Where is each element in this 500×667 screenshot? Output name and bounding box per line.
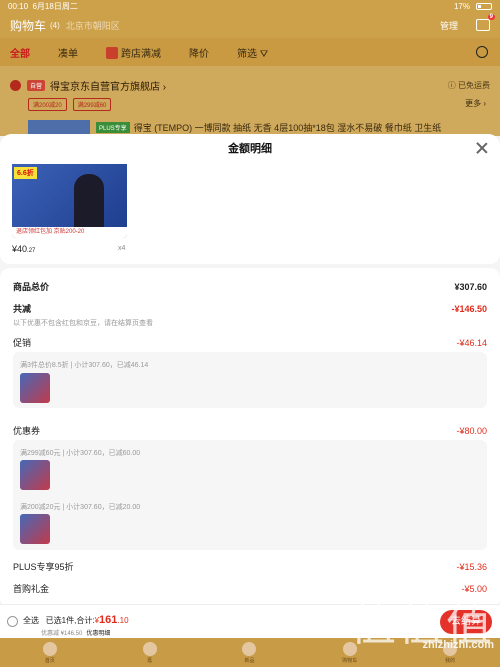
- product-title[interactable]: 得宝 (TEMPO) 一博同款 抽纸 无香 4层100抽*18包 湿水不易破 餐…: [134, 121, 442, 134]
- filter-price-drop[interactable]: 降价: [189, 45, 209, 60]
- search-icon[interactable]: [476, 46, 488, 58]
- discount-badge: 6.6折: [14, 167, 37, 179]
- promo-row: 促销 -¥46.14: [13, 336, 487, 349]
- battery-text: 17%: [453, 1, 470, 11]
- reduce-note: 以下优惠不包含红包和京豆，请在结算页查看: [13, 320, 153, 327]
- goods-total-label: 商品总价: [13, 282, 50, 292]
- tab-new[interactable]: 新品: [242, 641, 257, 664]
- home-icon: [42, 641, 57, 656]
- coupon-product-thumb: [20, 514, 50, 544]
- shop-row: 自营 得宝京东自营官方旗舰店 › ⓘ 已免运费: [10, 78, 490, 93]
- close-icon[interactable]: [476, 142, 488, 154]
- product-thumbnail: [28, 120, 90, 134]
- filter-all[interactable]: 全部: [10, 45, 30, 60]
- coupon-row: 优惠券 -¥80.00: [13, 424, 487, 437]
- amount-detail-sheet: 金额明细 6.6折 退店领红包加 京贴200-20 ¥40.27 x4 商品总价…: [0, 134, 500, 604]
- filter-label: 筛选: [237, 48, 257, 60]
- checkout-summary: 全选 已选1件,合计:¥161.10: [23, 614, 129, 626]
- plus-discount-value: -¥15.36: [456, 561, 487, 572]
- coupon-chip[interactable]: 满299减60: [72, 98, 112, 111]
- goods-total-value: ¥307.60: [454, 281, 487, 292]
- total-amount: 161: [99, 614, 118, 626]
- reduce-label: 共减: [13, 304, 32, 314]
- promo-detail-box: 满3件总价8.5折 | 小计307.60，已减46.14: [13, 352, 487, 408]
- discount-detail-link[interactable]: 优惠明细: [86, 631, 110, 637]
- total-decimal: .10: [117, 616, 129, 625]
- cart-count: (4): [50, 20, 60, 30]
- self-operated-tag: 自营: [27, 80, 46, 91]
- tab-cart-label: 购物车: [342, 657, 358, 664]
- product-image[interactable]: 6.6折 退店领红包加 京贴200-20: [12, 164, 127, 238]
- selected-count: 已选1件,合计:: [45, 616, 95, 625]
- coupon-value: -¥80.00: [456, 425, 487, 436]
- coupon-chip[interactable]: 满200减20: [28, 98, 67, 111]
- product-price: ¥40.27: [12, 244, 35, 254]
- manage-button[interactable]: 管理: [440, 19, 458, 32]
- tab-browse[interactable]: 逛: [142, 641, 157, 664]
- filter-cross-store[interactable]: 跨店满减: [106, 45, 161, 60]
- promo-product-thumb: [20, 373, 50, 403]
- filter-cross-store-label: 跨店满减: [121, 48, 161, 60]
- coupon-product-thumb: [20, 460, 50, 490]
- price-decimal: .27: [27, 248, 36, 254]
- shop-checkbox[interactable]: [10, 80, 21, 91]
- saved-info: 优惠减 ¥146.50 优惠明细: [41, 628, 110, 637]
- coupon-label: 优惠券: [13, 426, 41, 436]
- select-all-label[interactable]: 全选: [23, 616, 39, 625]
- promo-detail: 满3件总价8.5折 | 小计307.60，已减46.14: [20, 362, 149, 369]
- filter-coudan[interactable]: 凑单: [58, 45, 78, 60]
- promo-label: 促销: [13, 338, 32, 348]
- reduce-row: 共减 -¥146.50: [13, 302, 487, 315]
- filter-bar: 全部 凑单 跨店满减 降价 筛选 ⛛: [0, 38, 500, 66]
- sheet-title: 金额明细: [228, 143, 272, 155]
- tab-home-label: 首页: [44, 657, 55, 664]
- shop-coupons: 满200减20 满299减60: [28, 98, 112, 111]
- product-quantity: x4: [118, 245, 126, 252]
- message-icon[interactable]: 9: [476, 14, 495, 31]
- cart-header: 购物车 (4) 北京市朝阳区 管理 9: [0, 12, 500, 38]
- coupon-detail-2: 满200减20元 | 小计307.60，已减20.00: [20, 504, 141, 511]
- tab-home[interactable]: 首页: [42, 641, 57, 664]
- tab-me-label: 我的: [445, 657, 456, 664]
- tab-browse-label: 逛: [147, 657, 153, 664]
- plus-tag: PLUS专享: [96, 121, 130, 133]
- shop-name[interactable]: 得宝京东自营官方旗舰店 ›: [50, 78, 166, 93]
- status-date: 6月18日周二: [32, 1, 78, 11]
- cross-store-icon: [106, 46, 118, 59]
- totals-card: 商品总价 ¥307.60 共减 -¥146.50 以下优惠不包含红包和京豆，请在结算…: [0, 268, 500, 604]
- coupon-detail-1: 满299减60元 | 小计307.60，已减60.00: [20, 450, 141, 457]
- reduce-value: -¥146.50: [451, 303, 487, 314]
- tab-new-label: 新品: [244, 657, 255, 664]
- first-purchase-label: 首购礼金: [13, 584, 50, 594]
- price-integer: 40: [17, 244, 28, 254]
- select-all-checkbox[interactable]: [7, 616, 18, 627]
- more-link[interactable]: 更多 ›: [465, 98, 486, 109]
- status-time: 00:10: [8, 1, 29, 11]
- watermark: zhizhizhi.com: [422, 639, 495, 651]
- promo-value: -¥46.14: [456, 337, 487, 348]
- goods-total-row: 商品总价 ¥307.60: [13, 280, 487, 293]
- address[interactable]: 北京市朝阳区: [66, 19, 120, 32]
- product-card: 6.6折 退店领红包加 京贴200-20 ¥40.27 x4: [0, 164, 500, 264]
- filter-button[interactable]: 筛选 ⛛: [237, 45, 268, 60]
- message-badge: 9: [487, 14, 495, 20]
- plus-discount-row: PLUS专享95折 -¥15.36: [13, 560, 487, 573]
- new-icon: [242, 641, 257, 656]
- saved-amount: 优惠减 ¥146.50: [41, 631, 83, 637]
- sheet-header: 金额明细: [0, 134, 500, 164]
- status-bar: 00:10 6月18日周二 17%: [0, 0, 500, 12]
- shipping-info: ⓘ 已免运费: [447, 81, 490, 90]
- battery-icon: [476, 2, 492, 10]
- product-line: PLUS专享 得宝 (TEMPO) 一博同款 抽纸 无香 4层100抽*18包 …: [28, 120, 441, 134]
- page-title: 购物车: [10, 18, 47, 33]
- browse-icon: [142, 641, 157, 656]
- coupon-detail-box: 满299减60元 | 小计307.60，已减60.00 满200减20元 | 小…: [13, 440, 487, 550]
- image-footer: 退店领红包加 京贴200-20: [12, 227, 127, 238]
- plus-discount-label: PLUS专享95折: [13, 562, 74, 572]
